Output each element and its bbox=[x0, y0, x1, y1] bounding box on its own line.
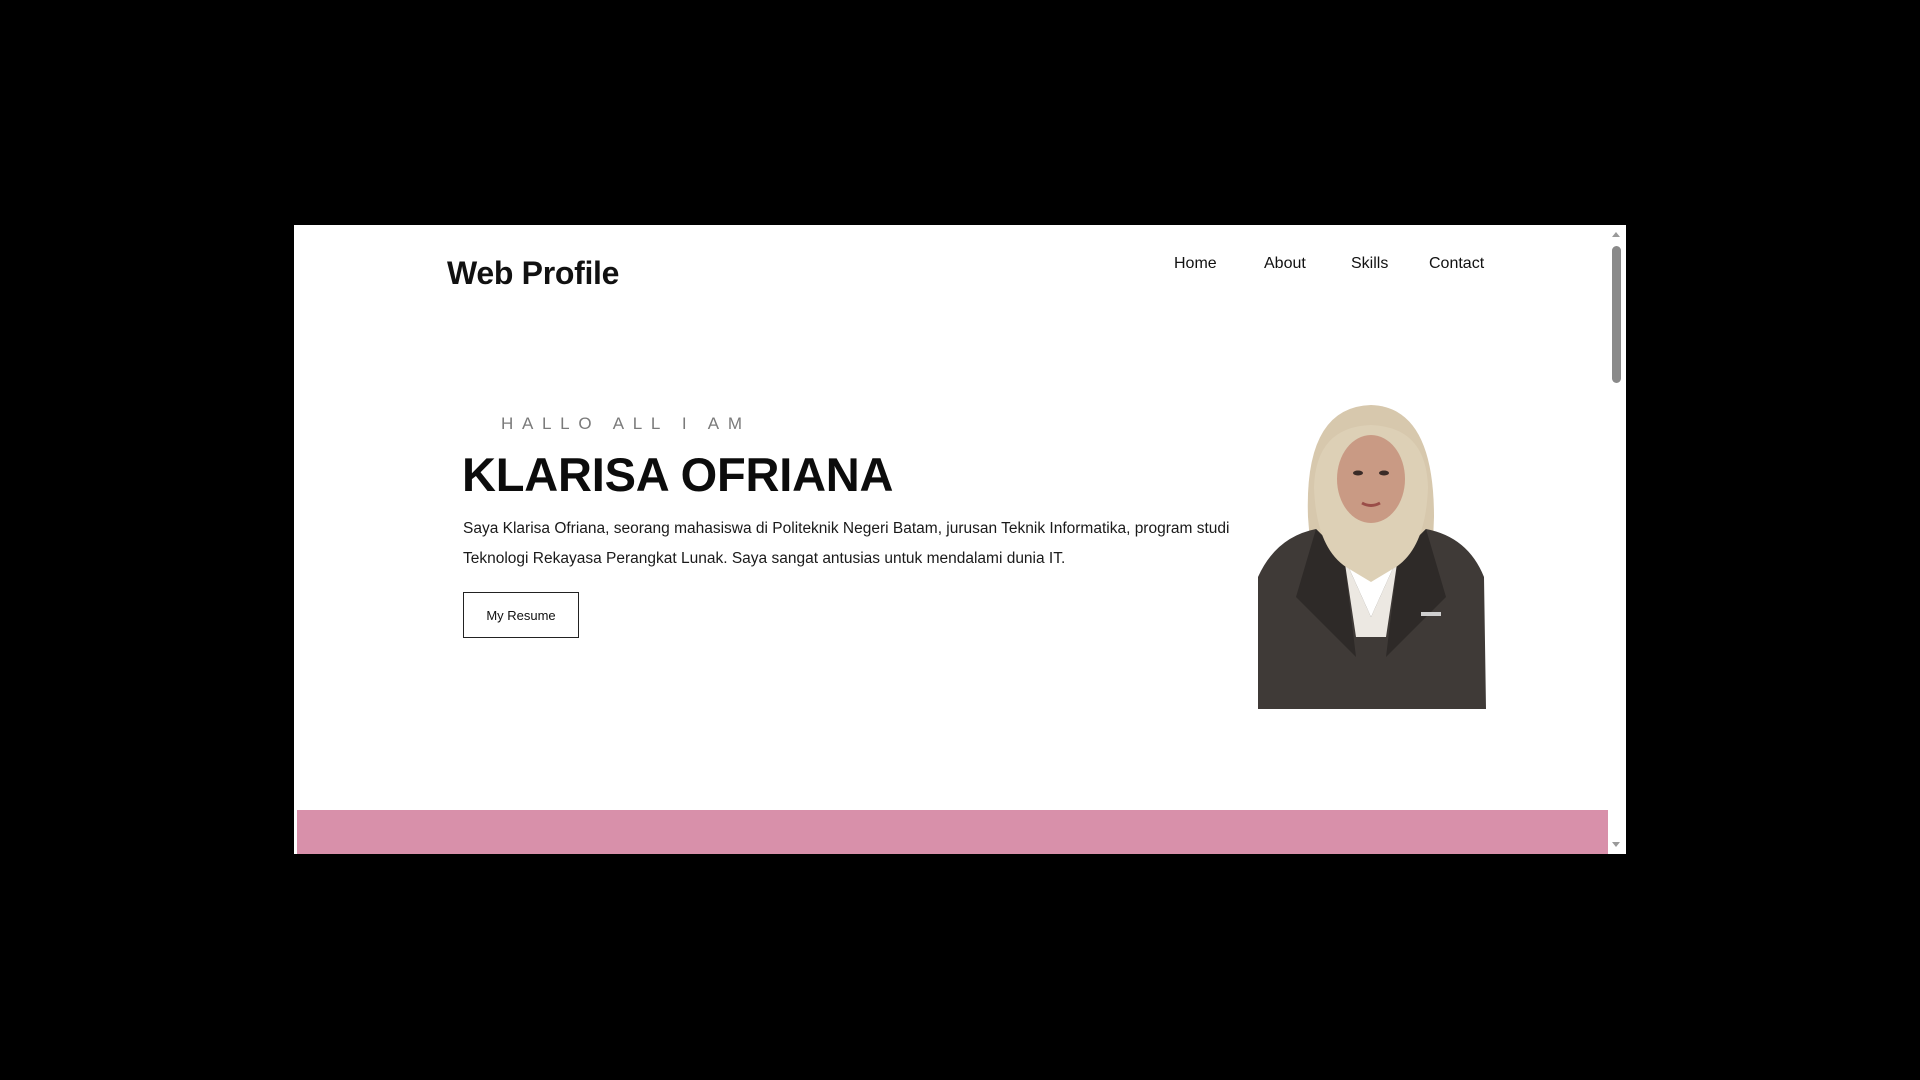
hero-description: Saya Klarisa Ofriana, seorang mahasiswa … bbox=[463, 520, 1230, 567]
my-resume-button[interactable]: My Resume bbox=[463, 592, 579, 638]
main-nav: Home About Skills Contact bbox=[1174, 255, 1514, 279]
photo-badge bbox=[1421, 612, 1441, 616]
nav-link-skills[interactable]: Skills bbox=[1351, 255, 1388, 273]
browser-viewport: Web Profile Home About Skills Contact HA… bbox=[294, 225, 1626, 854]
photo-face bbox=[1337, 435, 1405, 523]
page-content: Web Profile Home About Skills Contact HA… bbox=[294, 225, 1608, 854]
vertical-scrollbar[interactable] bbox=[1608, 225, 1626, 854]
next-section-band bbox=[297, 810, 1608, 854]
profile-photo bbox=[1258, 405, 1486, 709]
scroll-up-arrow-icon[interactable] bbox=[1612, 232, 1620, 237]
site-brand[interactable]: Web Profile bbox=[447, 255, 619, 292]
hero-greeting: HALLO ALL I AM bbox=[501, 414, 751, 433]
hero-name: KLARISA OFRIANA bbox=[462, 448, 894, 501]
nav-link-contact[interactable]: Contact bbox=[1429, 255, 1484, 273]
scrollbar-thumb[interactable] bbox=[1612, 246, 1621, 383]
nav-link-home[interactable]: Home bbox=[1174, 255, 1217, 273]
photo-eye-right bbox=[1379, 470, 1389, 476]
scroll-down-arrow-icon[interactable] bbox=[1612, 842, 1620, 847]
nav-link-about[interactable]: About bbox=[1264, 255, 1306, 273]
photo-eye-left bbox=[1353, 470, 1363, 476]
